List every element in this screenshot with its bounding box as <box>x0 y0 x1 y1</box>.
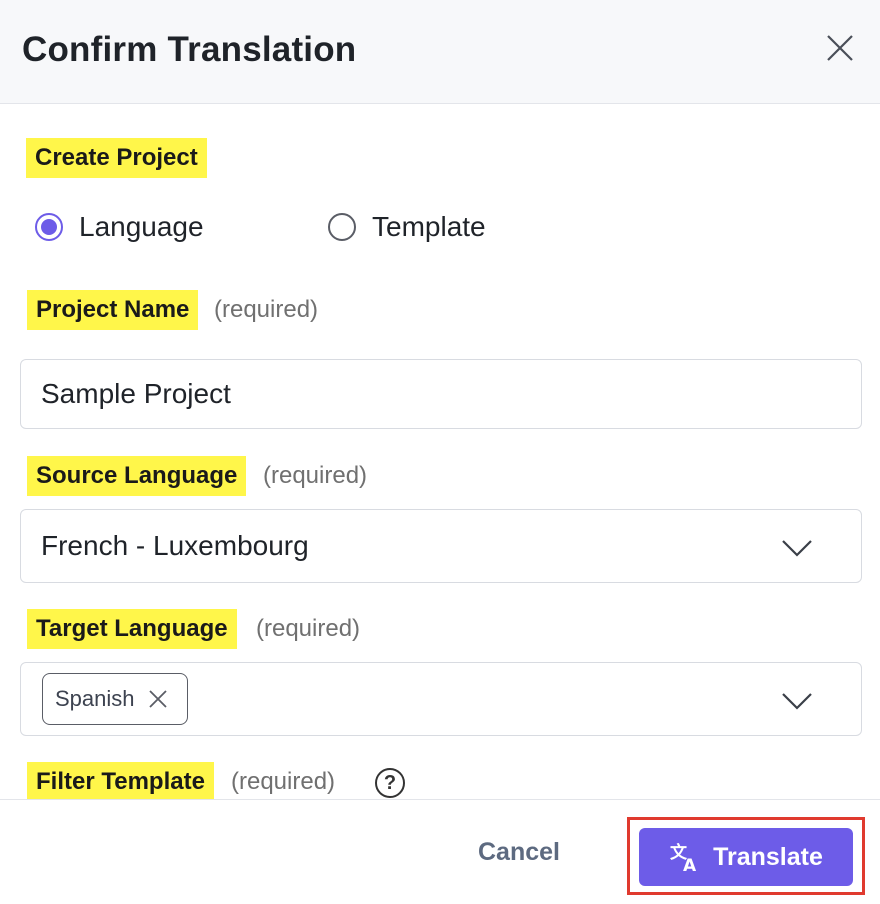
translate-icon: 文 A <box>670 842 697 873</box>
source-language-value: French - Luxembourg <box>41 530 309 561</box>
dialog-header: Confirm Translation <box>0 0 880 104</box>
close-icon[interactable] <box>825 33 855 63</box>
language-chip-label: Spanish <box>55 686 135 711</box>
project-name-required: (required) <box>214 296 319 323</box>
dialog-body: Create Project Language Template Project… <box>0 105 880 799</box>
help-icon[interactable]: ? <box>375 768 405 798</box>
translate-button[interactable]: 文 A Translate <box>639 828 853 886</box>
source-language-required: (required) <box>263 462 368 489</box>
close-button[interactable] <box>822 30 858 66</box>
project-name-input[interactable]: Sample Project <box>20 359 862 429</box>
filter-template-required: (required) <box>231 768 336 795</box>
dialog-title: Confirm Translation <box>22 30 357 69</box>
radio-template-indicator[interactable] <box>328 213 356 241</box>
source-language-label: Source Language <box>27 456 247 496</box>
create-project-label: Create Project <box>26 138 207 178</box>
svg-text:A: A <box>683 856 697 873</box>
project-name-value: Sample Project <box>41 378 231 409</box>
target-language-select[interactable]: Spanish <box>20 662 862 736</box>
chevron-down-icon[interactable] <box>781 538 813 558</box>
source-language-select[interactable]: French - Luxembourg <box>20 509 862 583</box>
chevron-down-icon[interactable] <box>781 691 813 711</box>
radio-language-label: Language <box>79 211 204 242</box>
radio-template-label: Template <box>372 211 486 242</box>
language-chip: Spanish <box>42 673 188 725</box>
radio-language[interactable]: Language <box>35 211 204 243</box>
filter-template-label: Filter Template <box>27 762 214 799</box>
radio-template[interactable]: Template <box>328 211 486 243</box>
project-name-label: Project Name <box>27 290 199 330</box>
target-language-required: (required) <box>256 615 361 642</box>
target-language-label: Target Language <box>27 609 237 649</box>
translate-button-label: Translate <box>713 842 823 871</box>
radio-language-indicator[interactable] <box>35 213 63 241</box>
dialog-footer: Cancel 文 A Translate <box>0 799 880 904</box>
cancel-button[interactable]: Cancel <box>478 838 560 867</box>
remove-chip-icon[interactable] <box>147 688 169 710</box>
